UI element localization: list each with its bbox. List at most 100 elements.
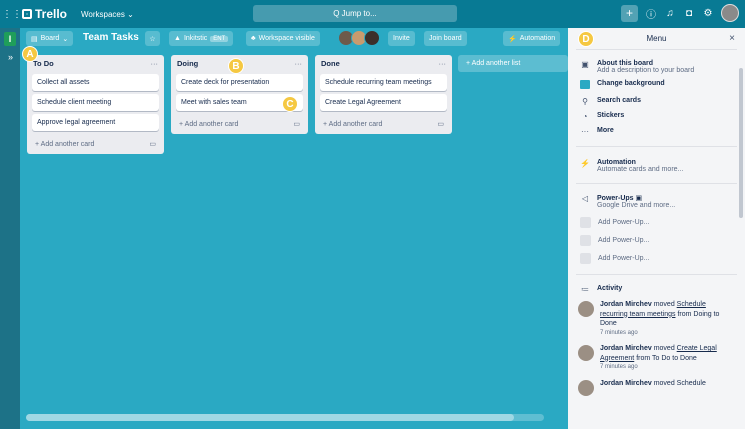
about-board-item[interactable]: ▣ About this board Add a description to … (568, 60, 745, 74)
list-more-icon[interactable]: ··· (295, 59, 303, 68)
notification-bell-icon[interactable]: ♫ (664, 8, 676, 19)
add-card-label: + Add another card (35, 140, 95, 148)
more-label: More (597, 127, 614, 134)
board-members[interactable] (338, 30, 380, 46)
card-template-icon[interactable]: ▭ (293, 120, 300, 128)
workspace-sidebar-collapsed (0, 28, 20, 429)
avatar[interactable] (578, 379, 594, 396)
chevron-down-icon: ⌄ (127, 9, 134, 19)
workspaces-label: Workspaces (81, 9, 125, 19)
avatar[interactable] (578, 301, 594, 317)
workspaces-dropdown[interactable]: Workspaces ⌄ (81, 10, 134, 19)
list-more-icon[interactable]: ··· (151, 59, 159, 68)
activity-title: Activity (597, 285, 623, 292)
automation-menu-item[interactable]: ⚡ Automation Automate cards and more... (568, 159, 745, 173)
activity-header[interactable]: ≔ Activity (568, 285, 745, 294)
automation-subtitle: Automate cards and more... (597, 166, 684, 173)
horizontal-scrollbar[interactable] (26, 414, 544, 421)
atlassian-icon[interactable]: ◘ (683, 8, 695, 19)
add-list-button[interactable]: + Add another list (458, 55, 568, 72)
star-button[interactable]: ☆ (145, 31, 160, 46)
list-to-do: To Do ··· Collect all assets Schedule cl… (27, 55, 164, 154)
visibility-button[interactable]: ♣ Workspace visible (246, 31, 320, 46)
add-card-button[interactable]: + Add another card ▭ (315, 114, 452, 134)
lightning-icon: ⚡ (508, 35, 517, 43)
annotation-marker-a: A (22, 46, 38, 62)
list-more-icon[interactable]: ··· (439, 59, 447, 68)
activity-user: Jordan Mirchev (600, 345, 652, 352)
card[interactable]: Create deck for presentation (176, 74, 303, 91)
join-board-button[interactable]: Join board (424, 31, 467, 46)
change-background-item[interactable]: Change background (568, 80, 745, 91)
lightning-icon: ⚡ (580, 159, 590, 168)
about-subtitle: Add a description to your board (597, 67, 695, 74)
activity-from: from Doing to (677, 310, 720, 318)
activity-time[interactable]: 7 minutes ago (600, 329, 735, 339)
activity-user: Jordan Mirchev (600, 379, 652, 387)
search-icon: ⚲ (582, 97, 588, 106)
board-view-dropdown[interactable]: ▤ Board ⌄ (26, 31, 74, 46)
annotation-marker-b: B (228, 58, 244, 74)
add-card-button[interactable]: + Add another card ▭ (171, 114, 308, 134)
powerup-placeholder-icon (580, 216, 591, 228)
stickers-item[interactable]: ◔ Stickers (568, 112, 745, 121)
app-name: Trello (35, 7, 68, 21)
search-input[interactable]: Q Jump to... (253, 5, 457, 22)
add-powerup-slot[interactable]: Add Power-Up... (568, 232, 745, 248)
gift-icon: ▣ (635, 195, 643, 202)
menu-scrollbar[interactable] (739, 68, 743, 218)
activity-from: from To Do to Done (636, 354, 697, 362)
settings-gear-icon[interactable]: ⚙ (702, 8, 714, 19)
activity-entry: Jordan Mirchev moved Create Legal Agreem… (568, 344, 745, 373)
trello-logo-icon (22, 9, 32, 19)
menu-header: Menu × (576, 28, 737, 50)
list-header[interactable]: To Do ··· (27, 55, 164, 71)
list-title[interactable]: To Do (33, 59, 54, 68)
card[interactable]: Schedule client meeting (32, 94, 159, 111)
activity-action: moved (653, 301, 675, 308)
user-avatar[interactable] (721, 4, 739, 22)
powerup-placeholder-icon (580, 234, 591, 246)
list-header[interactable]: Done ··· (315, 55, 452, 71)
avatar[interactable] (578, 345, 594, 361)
annotation-marker-d: D (578, 31, 594, 47)
top-nav-bar: ⋮⋮⋮ Trello Workspaces ⌄ Q Jump to... + ⓘ… (0, 0, 745, 28)
board-menu-panel: Menu × ▣ About this board Add a descript… (568, 28, 745, 429)
scrollbar-thumb[interactable] (26, 414, 514, 421)
close-icon[interactable]: × (729, 33, 735, 44)
invite-button[interactable]: Invite (388, 31, 415, 46)
card[interactable]: Collect all assets (32, 74, 159, 91)
workspace-button[interactable]: ▲ Inkitstic ENT (169, 31, 234, 46)
stickers-label: Stickers (597, 112, 625, 119)
add-powerup-slot[interactable]: Add Power-Up... (568, 250, 745, 266)
list-title[interactable]: Done (321, 59, 340, 68)
card[interactable]: Create Legal Agreement (320, 94, 447, 111)
app-switcher-icon[interactable]: ⋮⋮⋮ (2, 9, 32, 20)
add-powerup-slot[interactable]: Add Power-Up... (568, 214, 745, 230)
card-template-icon[interactable]: ▭ (149, 140, 156, 148)
automation-title: Automation (597, 159, 636, 166)
add-card-button[interactable]: + Add another card ▭ (27, 134, 164, 154)
activity-to: Done (600, 320, 617, 327)
board-icon: ▣ (581, 60, 589, 69)
search-cards-item[interactable]: ⚲ Search cards (568, 97, 745, 106)
list-title[interactable]: Doing (177, 59, 198, 68)
board-title[interactable]: Team Tasks (83, 32, 139, 43)
powerup-placeholder-icon (580, 252, 591, 264)
people-icon: ♣ (251, 35, 256, 42)
create-plus-icon[interactable]: + (621, 4, 638, 22)
workspace-initial-badge[interactable]: I (4, 32, 16, 46)
automation-button[interactable]: ⚡ Automation (503, 31, 561, 46)
trello-logo[interactable]: Trello (22, 7, 67, 21)
card[interactable]: Schedule recurring team meetings (320, 74, 447, 91)
more-item[interactable]: ··· More (568, 127, 745, 136)
powerups-item[interactable]: ◁ Power-Ups ▣ Google Drive and more... (568, 194, 745, 209)
card[interactable]: Approve legal agreement (32, 114, 159, 131)
activity-time[interactable]: 7 minutes ago (600, 363, 735, 373)
expand-sidebar-icon[interactable]: » (8, 52, 13, 62)
member-avatar[interactable] (364, 30, 380, 46)
info-icon[interactable]: ⓘ (645, 6, 657, 21)
enterprise-badge: ENT (210, 35, 229, 42)
card-template-icon[interactable]: ▭ (437, 120, 444, 128)
about-title: About this board (597, 60, 653, 67)
